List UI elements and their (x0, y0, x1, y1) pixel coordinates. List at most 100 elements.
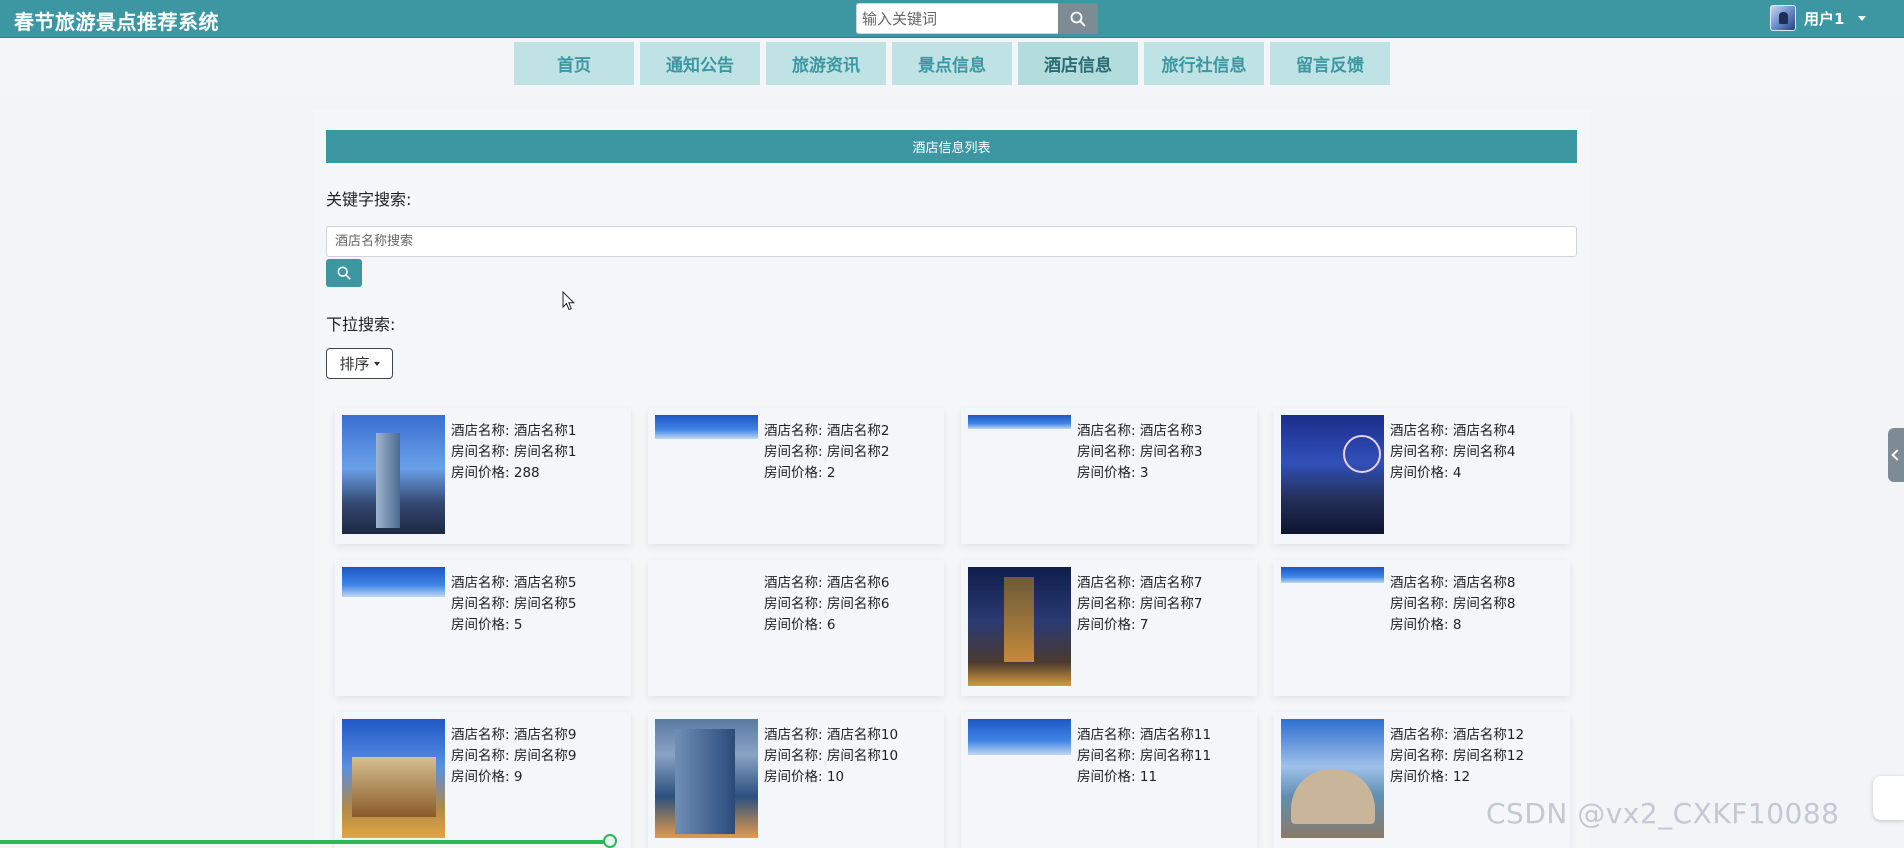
hotel-name-label: 酒店名称: (764, 727, 823, 743)
search-icon (1070, 11, 1086, 26)
room-name: 房间名称2 (826, 444, 890, 460)
hotel-name-search-input[interactable] (326, 226, 1577, 257)
hotel-card[interactable]: 酒店名称: 酒店名称3 房间名称: 房间名称3 房间价格: 3 (961, 408, 1257, 544)
hotel-name-label: 酒店名称: (1390, 423, 1449, 439)
hotel-list-panel: 酒店信息列表 关键字搜索: 下拉搜索: 排序 酒店名称: 酒店名称1 房间名称:… (313, 110, 1591, 848)
room-name-label: 房间名称: (1077, 444, 1136, 460)
keyword-search-label: 关键字搜索: (326, 190, 412, 209)
room-name-label: 房间名称: (764, 444, 823, 460)
hotel-name: 酒店名称12 (1452, 727, 1525, 743)
room-name: 房间名称8 (1452, 596, 1516, 612)
room-price-label: 房间价格: (1077, 465, 1136, 481)
nav-item-feedback[interactable]: 留言反馈 (1270, 42, 1390, 85)
nav-item-attractions[interactable]: 景点信息 (892, 42, 1012, 85)
room-price-label: 房间价格: (764, 465, 823, 481)
room-name-label: 房间名称: (451, 596, 510, 612)
hotel-image (968, 567, 1071, 686)
hotel-card[interactable]: 酒店名称: 酒店名称7 房间名称: 房间名称7 房间价格: 7 (961, 560, 1257, 696)
room-price: 10 (826, 769, 845, 785)
video-progress-bar[interactable] (0, 840, 610, 844)
hotel-image (1281, 415, 1384, 534)
room-price: 5 (513, 617, 523, 633)
hotel-name-label: 酒店名称: (764, 575, 823, 591)
hotel-name: 酒店名称11 (1139, 727, 1212, 743)
mouse-cursor-icon (562, 291, 576, 311)
dropdown-search-label: 下拉搜索: (326, 315, 396, 334)
room-price-label: 房间价格: (451, 617, 510, 633)
hotel-card[interactable]: 酒店名称: 酒店名称11 房间名称: 房间名称11 房间价格: 11 (961, 712, 1257, 848)
hotel-name-label: 酒店名称: (1390, 575, 1449, 591)
sort-label: 排序 (339, 355, 370, 373)
room-price: 2 (826, 465, 836, 481)
search-icon (337, 266, 351, 280)
hotel-name: 酒店名称4 (1452, 423, 1516, 439)
user-name: 用户1 (1804, 9, 1845, 28)
room-name: 房间名称7 (1139, 596, 1203, 612)
hotel-name-label: 酒店名称: (1077, 575, 1136, 591)
list-title: 酒店信息列表 (326, 130, 1577, 163)
room-price: 7 (1139, 617, 1149, 633)
room-price-label: 房间价格: (1390, 465, 1449, 481)
hotel-card[interactable]: 酒店名称: 酒店名称10 房间名称: 房间名称10 房间价格: 10 (648, 712, 944, 848)
room-price-label: 房间价格: (451, 465, 510, 481)
hotel-image (342, 567, 445, 686)
hotel-card[interactable]: 酒店名称: 酒店名称8 房间名称: 房间名称8 房间价格: 8 (1274, 560, 1570, 696)
nav-item-hotels[interactable]: 酒店信息 (1018, 42, 1138, 85)
nav-item-travel-news[interactable]: 旅游资讯 (766, 42, 886, 85)
progress-handle[interactable] (603, 834, 617, 848)
room-name-label: 房间名称: (764, 596, 823, 612)
hotel-card[interactable]: 酒店名称: 酒店名称4 房间名称: 房间名称4 房间价格: 4 (1274, 408, 1570, 544)
hotel-image (655, 567, 758, 686)
avatar (1770, 5, 1796, 31)
hotel-name: 酒店名称1 (513, 423, 577, 439)
room-name: 房间名称12 (1452, 748, 1525, 764)
hotel-card[interactable]: 酒店名称: 酒店名称2 房间名称: 房间名称2 房间价格: 2 (648, 408, 944, 544)
main-nav: 首页 通知公告 旅游资讯 景点信息 酒店信息 旅行社信息 留言反馈 (0, 38, 1904, 90)
hotel-image (968, 415, 1071, 534)
hotel-name-label: 酒店名称: (1390, 727, 1449, 743)
room-name-label: 房间名称: (1077, 748, 1136, 764)
user-menu[interactable]: 用户1 (1770, 5, 1867, 31)
room-price: 6 (826, 617, 836, 633)
hotel-image (968, 719, 1071, 838)
room-name-label: 房间名称: (451, 444, 510, 460)
nav-item-home[interactable]: 首页 (514, 42, 634, 85)
room-price-label: 房间价格: (764, 617, 823, 633)
hotel-name: 酒店名称8 (1452, 575, 1516, 591)
side-collapse-tab[interactable] (1888, 428, 1904, 482)
top-header: 春节旅游景点推荐系统 用户1 (0, 0, 1904, 38)
hotel-name-label: 酒店名称: (451, 575, 510, 591)
hotel-image (655, 719, 758, 838)
hotel-image (655, 415, 758, 534)
watermark: CSDN @vx2_CXKF10088 (1486, 797, 1840, 830)
room-price: 11 (1139, 769, 1158, 785)
hotel-card[interactable]: 酒店名称: 酒店名称1 房间名称: 房间名称1 房间价格: 288 (335, 408, 631, 544)
hotel-card[interactable]: 酒店名称: 酒店名称9 房间名称: 房间名称9 房间价格: 9 (335, 712, 631, 848)
room-price-label: 房间价格: (451, 769, 510, 785)
keyword-search-button[interactable] (326, 259, 362, 287)
hotel-name: 酒店名称6 (826, 575, 890, 591)
header-search-input[interactable] (856, 3, 1058, 34)
room-price: 3 (1139, 465, 1149, 481)
hotel-name-label: 酒店名称: (1077, 423, 1136, 439)
sort-dropdown-button[interactable]: 排序 (326, 348, 393, 379)
hotel-image (1281, 719, 1384, 838)
hotel-image (342, 719, 445, 838)
hotel-name-label: 酒店名称: (451, 423, 510, 439)
hotel-card[interactable]: 酒店名称: 酒店名称5 房间名称: 房间名称5 房间价格: 5 (335, 560, 631, 696)
room-name-label: 房间名称: (1390, 748, 1449, 764)
room-name: 房间名称4 (1452, 444, 1516, 460)
nav-item-notices[interactable]: 通知公告 (640, 42, 760, 85)
room-price: 12 (1452, 769, 1471, 785)
hotel-name-label: 酒店名称: (451, 727, 510, 743)
room-name-label: 房间名称: (1390, 444, 1449, 460)
nav-item-agencies[interactable]: 旅行社信息 (1144, 42, 1264, 85)
room-price-label: 房间价格: (1390, 769, 1449, 785)
room-name: 房间名称3 (1139, 444, 1203, 460)
hotel-card[interactable]: 酒店名称: 酒店名称6 房间名称: 房间名称6 房间价格: 6 (648, 560, 944, 696)
room-price-label: 房间价格: (1077, 769, 1136, 785)
hotel-image (1281, 567, 1384, 686)
room-price: 4 (1452, 465, 1462, 481)
floating-widget-icon[interactable] (1873, 776, 1904, 820)
header-search-button[interactable] (1058, 3, 1098, 34)
